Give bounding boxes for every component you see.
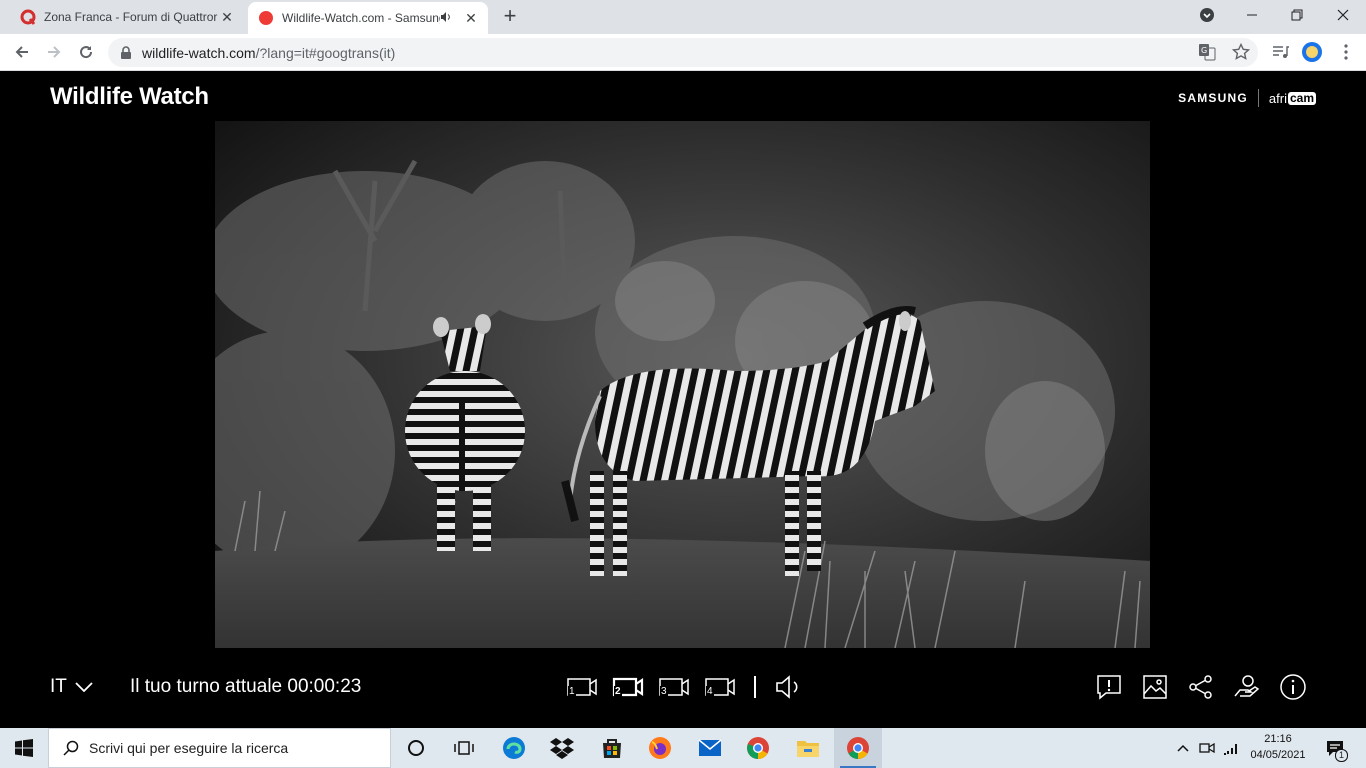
mail-icon[interactable]	[686, 728, 734, 768]
info-icon[interactable]	[1278, 672, 1308, 702]
media-control-icon[interactable]	[1268, 40, 1292, 64]
new-tab-button[interactable]: +	[498, 5, 522, 29]
menu-kebab-icon[interactable]	[1334, 40, 1358, 64]
clock-time: 21:16	[1264, 733, 1292, 745]
close-tab-icon[interactable]: ✕	[218, 8, 236, 26]
edge-browser-icon[interactable]	[490, 728, 538, 768]
notification-count-badge: 1	[1334, 749, 1348, 762]
africam-prefix: afri	[1268, 90, 1287, 106]
logo-divider	[1257, 89, 1259, 107]
meet-now-icon[interactable]	[1196, 728, 1218, 768]
chevron-down-icon	[75, 676, 93, 698]
control-divider	[754, 676, 756, 698]
camera-number: 3	[660, 686, 668, 697]
share-icon[interactable]	[1186, 672, 1216, 702]
dropbox-icon[interactable]	[538, 728, 586, 768]
camera-number: 2	[614, 686, 622, 697]
profile-avatar[interactable]	[1300, 40, 1324, 64]
partner-logos: SAMSUNG afri cam	[1178, 89, 1316, 107]
windows-taskbar: Scrivi qui per eseguire la ricerca 21:16…	[0, 728, 1366, 768]
close-tab-icon[interactable]: ✕	[462, 9, 480, 27]
bookmark-star-icon[interactable]	[1231, 42, 1251, 64]
clock-date: 04/05/2021	[1250, 749, 1306, 761]
notification-center-icon[interactable]: 1	[1320, 728, 1350, 768]
tab-title: Zona Franca - Forum di Quattroruote	[44, 10, 218, 24]
samsung-logo[interactable]: SAMSUNG	[1178, 91, 1248, 105]
translate-icon[interactable]: G	[1198, 43, 1216, 64]
restore-window-icon[interactable]	[1274, 0, 1320, 30]
language-selector[interactable]: IT	[50, 676, 93, 698]
tab-wildlife-watch[interactable]: Wildlife-Watch.com - Samsung ✕	[248, 2, 488, 34]
chevron-up-icon[interactable]	[1172, 728, 1194, 768]
wildlife-watch-page: Wildlife Watch SAMSUNG afri cam IT Il tu…	[0, 71, 1366, 728]
close-window-icon[interactable]	[1320, 0, 1366, 30]
camera-2-button[interactable]: 2	[612, 674, 644, 700]
url-path: /?lang=it#googtrans(it)	[255, 44, 396, 61]
africam-logo[interactable]: afri cam	[1269, 91, 1316, 106]
feed-tools	[1094, 672, 1308, 702]
reload-icon[interactable]	[72, 38, 100, 66]
url-host: wildlife-watch.com	[142, 44, 256, 61]
camera-selector: 1 2 3 4	[566, 674, 806, 700]
firefox-icon[interactable]	[636, 728, 684, 768]
current-turn-timer: Il tuo turno attuale 00:00:23	[130, 676, 362, 697]
file-explorer-icon[interactable]	[784, 728, 832, 768]
camera-3-button[interactable]: 3	[658, 674, 690, 700]
taskbar-search-box[interactable]: Scrivi qui per eseguire la ricerca	[48, 728, 391, 768]
quattroruote-q-icon	[20, 9, 36, 25]
camera-number: 4	[706, 686, 714, 697]
tab-search-icon[interactable]	[1184, 0, 1230, 30]
windows-start-icon[interactable]	[0, 728, 48, 768]
browser-tab-strip: Zona Franca - Forum di Quattroruote ✕ Wi…	[0, 0, 1366, 34]
tab-quattroruote[interactable]: Zona Franca - Forum di Quattroruote ✕	[8, 0, 244, 34]
wifi-icon[interactable]	[1220, 728, 1242, 768]
camera-number: 1	[568, 686, 576, 697]
report-icon[interactable]	[1094, 672, 1124, 702]
camera-1-button[interactable]: 1	[566, 674, 598, 700]
search-icon	[63, 740, 79, 756]
task-view-icon[interactable]	[440, 728, 488, 768]
chrome-active-window-icon[interactable]	[834, 728, 882, 768]
lock-icon[interactable]	[120, 45, 132, 60]
tab-audio-icon[interactable]	[440, 11, 456, 26]
cortana-circle-icon[interactable]	[392, 728, 440, 768]
browser-toolbar: wildlife-watch.com/?lang=it#googtrans(it…	[0, 34, 1366, 71]
red-dot-icon	[258, 10, 274, 26]
africam-suffix: cam	[1287, 90, 1316, 105]
donate-hand-icon[interactable]	[1232, 672, 1262, 702]
forward-arrow-icon[interactable]	[40, 38, 68, 66]
snapshot-image-icon[interactable]	[1140, 672, 1170, 702]
video-control-bar: IT Il tuo turno attuale 00:00:23 1 2 3 4	[0, 666, 1366, 710]
svg-text:G: G	[1201, 46, 1207, 55]
address-bar[interactable]: wildlife-watch.com/?lang=it#googtrans(it…	[108, 38, 1258, 67]
language-label: IT	[50, 676, 67, 697]
microsoft-store-icon[interactable]	[588, 728, 636, 768]
ground	[215, 538, 1150, 648]
live-camera-feed[interactable]	[215, 121, 1150, 648]
chrome-icon[interactable]	[734, 728, 782, 768]
volume-icon[interactable]	[774, 674, 806, 700]
system-clock[interactable]: 21:16 04/05/2021	[1240, 731, 1316, 763]
camera-4-button[interactable]: 4	[704, 674, 736, 700]
search-placeholder: Scrivi qui per eseguire la ricerca	[89, 740, 289, 756]
minimize-window-icon[interactable]	[1229, 0, 1275, 30]
back-arrow-icon[interactable]	[8, 38, 36, 66]
tab-title: Wildlife-Watch.com - Samsung	[282, 11, 440, 25]
site-title[interactable]: Wildlife Watch	[50, 83, 209, 111]
